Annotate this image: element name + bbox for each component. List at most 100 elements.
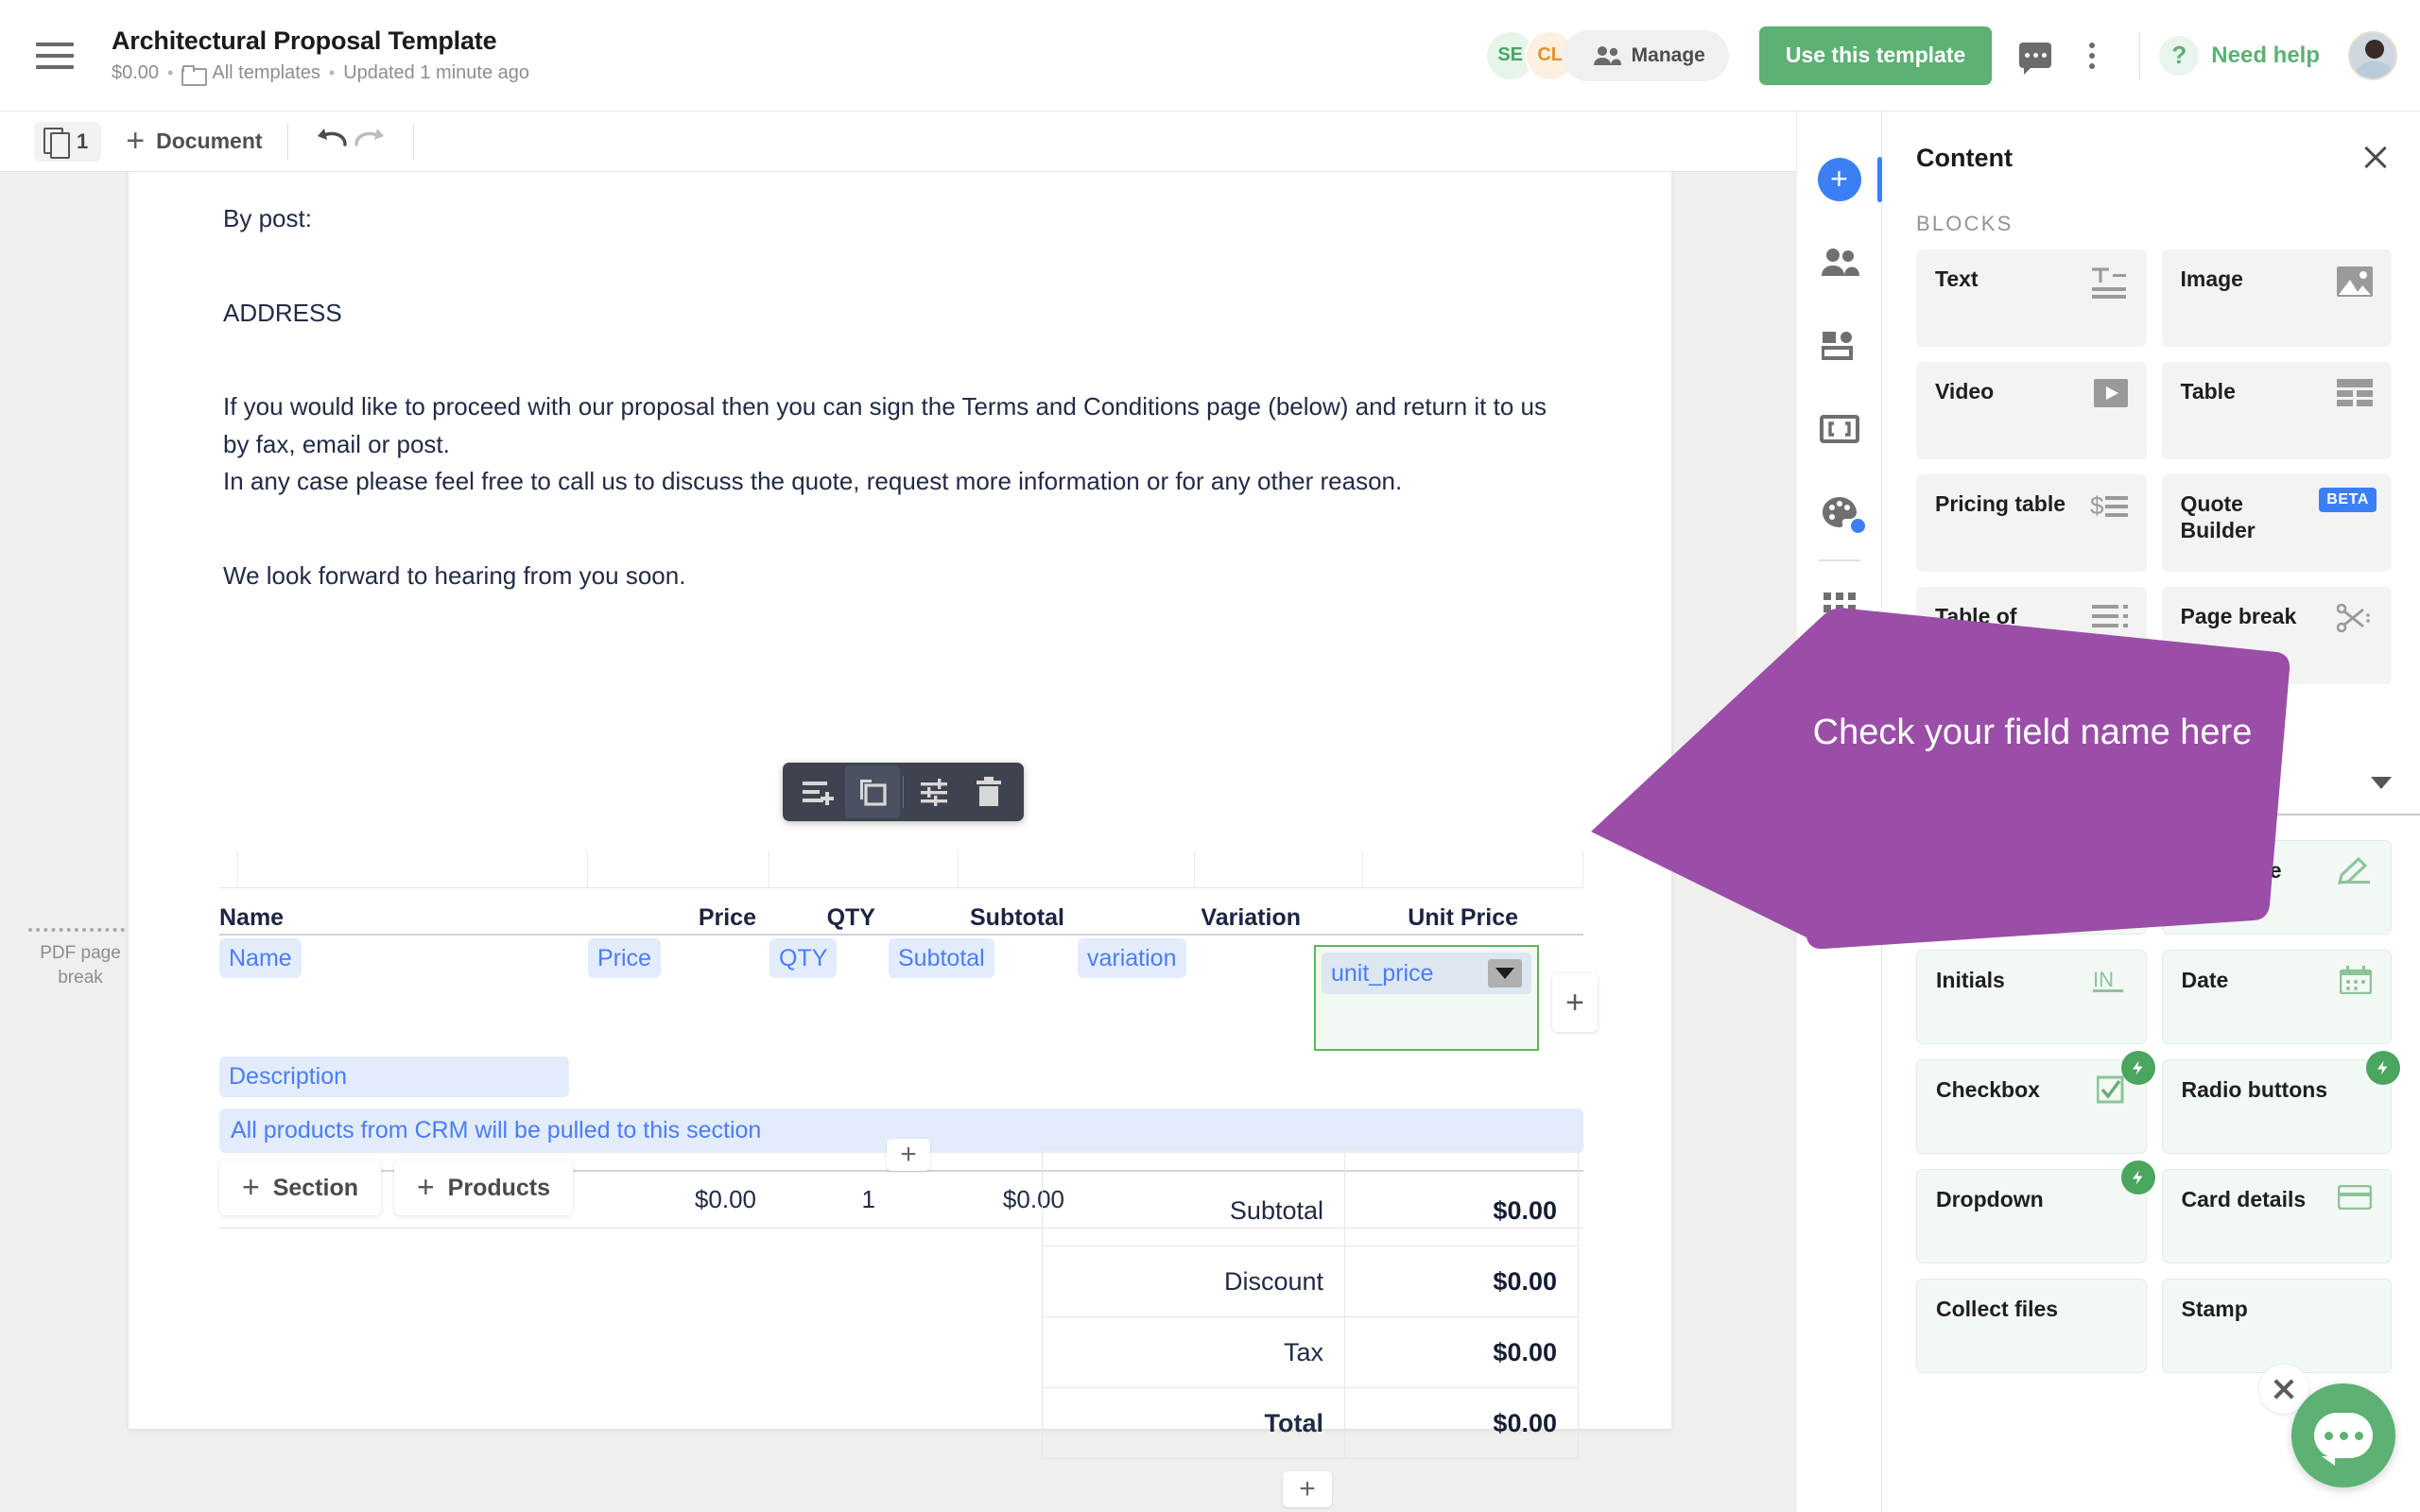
summary-price: $0.00	[694, 1185, 756, 1213]
question-icon: ?	[2159, 35, 2200, 76]
chevron-down-icon[interactable]	[1488, 959, 1522, 988]
user-avatar[interactable]	[2348, 30, 2397, 80]
svg-text:IN: IN	[2093, 968, 2114, 991]
block-video[interactable]: Video	[1916, 362, 2147, 459]
block-pricing-table[interactable]: Pricing table $	[1916, 474, 2147, 572]
insert-row-button[interactable]	[790, 765, 845, 818]
delete-button[interactable]	[961, 765, 1016, 818]
block-text[interactable]: Text	[1916, 249, 2147, 347]
page-title: Architectural Proposal Template	[112, 26, 497, 55]
chevron-down-icon[interactable]	[2371, 777, 2392, 789]
kebab-icon	[2089, 42, 2096, 69]
beta-badge: BETA	[2319, 488, 2377, 512]
totals-row-total[interactable]: Total $0.00	[1042, 1388, 1579, 1459]
duplicate-button[interactable]	[845, 765, 900, 818]
lightning-badge-icon	[2120, 1160, 2155, 1194]
field-checkbox[interactable]: Checkbox	[1916, 1051, 2155, 1154]
rail-item-variables[interactable]	[1797, 387, 1882, 471]
page-count-chip[interactable]: 1	[34, 121, 102, 162]
field-card-details[interactable]: Card details	[2161, 1169, 2392, 1263]
totals-add-row-button[interactable]: +	[1283, 1471, 1332, 1507]
field-tag-unit-price-wrap[interactable]: unit_price	[1322, 953, 1531, 994]
block-quote-builder[interactable]: Quote Builder BETA	[2161, 474, 2392, 572]
rail-item-apps[interactable]	[1797, 567, 1882, 650]
field-label-collect-files: Collect files	[1936, 1297, 2059, 1321]
field-stamp[interactable]: Stamp	[2161, 1279, 2392, 1373]
add-products-button[interactable]: + Products	[393, 1160, 574, 1215]
add-section-button[interactable]: + Section	[219, 1160, 381, 1215]
close-icon[interactable]	[2360, 142, 2392, 174]
text-icon	[2090, 266, 2128, 305]
totals-label-tax: Tax	[1043, 1317, 1345, 1387]
add-products-label: Products	[447, 1174, 551, 1201]
paragraph-lookforward[interactable]: We look forward to hearing from you soon…	[223, 558, 1577, 595]
field-radio-buttons[interactable]: Radio buttons	[2161, 1051, 2400, 1154]
need-help-button[interactable]: ? Need help	[2159, 35, 2320, 76]
block-page-break[interactable]: Page break	[2161, 587, 2392, 684]
paragraph-address[interactable]: ADDRESS	[223, 295, 1577, 333]
unit-price-cell-selected[interactable]: unit_price +	[1314, 945, 1598, 1051]
redo-button[interactable]	[351, 126, 389, 158]
field-dropdown[interactable]: Dropdown	[1916, 1160, 2155, 1263]
field-collect-files[interactable]: Collect files	[1916, 1279, 2147, 1373]
block-label-table-of-contents: Table of contents	[1935, 604, 2026, 655]
rail-item-content[interactable]: +	[1797, 138, 1882, 221]
field-signature[interactable]: Signature	[2161, 840, 2392, 935]
field-tag-subtotal[interactable]: Subtotal	[889, 938, 994, 978]
field-tag-description[interactable]: Description	[219, 1057, 569, 1097]
initials-icon: IN	[2092, 966, 2127, 999]
pdf-page-break-marker: PDF page break	[28, 928, 132, 989]
page-count-label: 1	[77, 129, 89, 153]
paragraph-by-post[interactable]: By post:	[223, 200, 1577, 238]
folder-label[interactable]: All templates	[212, 62, 320, 84]
field-initials[interactable]: Initials IN	[1916, 950, 2147, 1044]
block-table-of-contents[interactable]: Table of contents	[1916, 587, 2147, 684]
manage-button[interactable]: Manage	[1562, 29, 1729, 81]
support-chat-button[interactable]	[2291, 1383, 2395, 1487]
add-column-button[interactable]: +	[1552, 973, 1598, 1032]
block-label-pricing-table: Pricing table	[1935, 491, 2066, 516]
col-header-unit-price: Unit Price	[1408, 904, 1518, 931]
more-options-button[interactable]	[2064, 27, 2120, 84]
lightning-badge-icon	[2120, 1051, 2155, 1085]
theme-badge-dot	[1850, 519, 1865, 533]
document-meta: $0.00 • All templates • Updated 1 minute…	[112, 62, 529, 86]
pricing-table-icon: $	[2090, 491, 2128, 526]
rail-item-layout[interactable]	[1797, 304, 1882, 387]
people-icon	[1821, 249, 1859, 276]
field-date[interactable]: Date	[2161, 950, 2392, 1044]
totals-row-tax[interactable]: Tax $0.00	[1042, 1317, 1579, 1388]
block-image[interactable]: Image	[2161, 249, 2392, 347]
field-tag-qty[interactable]: QTY	[769, 938, 838, 978]
block-table[interactable]: Table	[2161, 362, 2392, 459]
field-tag-variation[interactable]: variation	[1078, 938, 1186, 978]
totals-value-tax: $0.00	[1493, 1337, 1557, 1366]
totals-top-stub	[1042, 1147, 1579, 1176]
totals-label-discount: Discount	[1043, 1246, 1345, 1316]
undo-button[interactable]	[313, 126, 351, 158]
add-document-button[interactable]: + Document	[126, 125, 262, 157]
paragraph-anycase[interactable]: In any case please feel free to call us …	[223, 463, 1577, 501]
add-row-button[interactable]: +	[887, 1139, 930, 1171]
use-this-template-button[interactable]: Use this template	[1758, 26, 1993, 85]
sender-selector[interactable]: Sender	[1882, 747, 2420, 816]
duplicate-icon	[860, 780, 887, 806]
menu-icon[interactable]	[36, 42, 74, 69]
pdf-break-label: PDF page break	[40, 943, 121, 988]
paragraph-proceed[interactable]: If you would like to proceed with our pr…	[223, 388, 1577, 463]
field-tag-price[interactable]: Price	[588, 938, 661, 978]
sender-label: Sender	[1954, 769, 2034, 796]
col-header-qty: QTY	[826, 904, 875, 931]
sliders-icon	[921, 779, 947, 806]
insert-row-icon	[803, 782, 834, 805]
field-text-field[interactable]: Text field A	[1916, 840, 2147, 935]
comments-button[interactable]	[2007, 27, 2064, 84]
block-label-image: Image	[2180, 266, 2243, 291]
totals-row-subtotal[interactable]: Subtotal $0.00	[1042, 1176, 1579, 1246]
layout-icon	[1821, 332, 1853, 360]
totals-row-discount[interactable]: Discount $0.00	[1042, 1246, 1579, 1317]
field-tag-name[interactable]: Name	[219, 938, 302, 978]
rail-item-theme[interactable]	[1797, 471, 1882, 554]
rail-item-recipients[interactable]	[1797, 221, 1882, 304]
settings-button[interactable]	[907, 765, 961, 818]
